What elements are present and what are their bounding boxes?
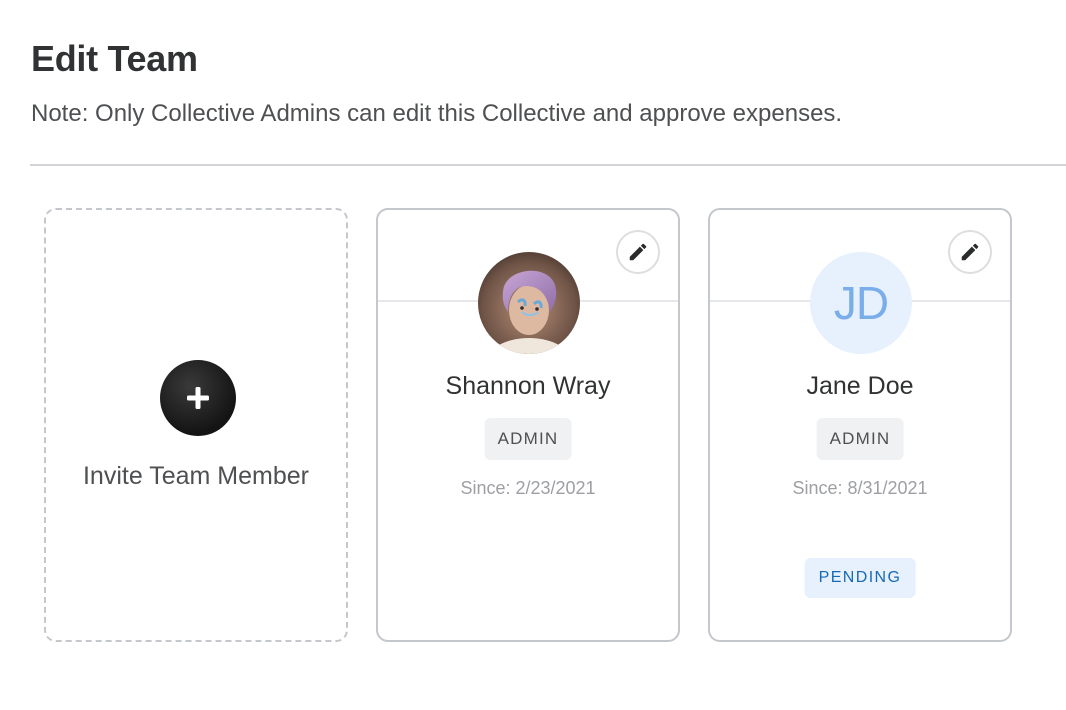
member-name: Shannon Wray (445, 372, 611, 400)
page-title: Edit Team (31, 38, 198, 79)
pencil-icon (961, 243, 979, 261)
role-badge: ADMIN (816, 418, 904, 460)
pencil-icon (629, 243, 647, 261)
role-badge: ADMIN (484, 418, 572, 460)
invite-label: Invite Team Member (82, 462, 309, 490)
avatar (478, 252, 580, 354)
member-card: JD Jane Doe ADMIN Since: 8/31/2021 PENDI… (708, 208, 1012, 642)
plus-icon (187, 387, 209, 409)
avatar-photo (478, 252, 580, 354)
edit-member-button[interactable] (616, 230, 660, 274)
edit-member-button[interactable] (948, 230, 992, 274)
member-since: Since: 8/31/2021 (792, 478, 928, 498)
page-note: Note: Only Collective Admins can edit th… (31, 100, 843, 127)
pending-status-badge: PENDING (804, 558, 916, 598)
add-member-button[interactable] (160, 360, 236, 436)
member-since: Since: 2/23/2021 (460, 478, 596, 498)
section-divider (30, 164, 1066, 166)
avatar: JD (810, 252, 912, 354)
member-card: Shannon Wray ADMIN Since: 2/23/2021 (376, 208, 680, 642)
invite-team-member-card[interactable]: Invite Team Member (44, 208, 348, 642)
member-name: Jane Doe (806, 372, 914, 400)
